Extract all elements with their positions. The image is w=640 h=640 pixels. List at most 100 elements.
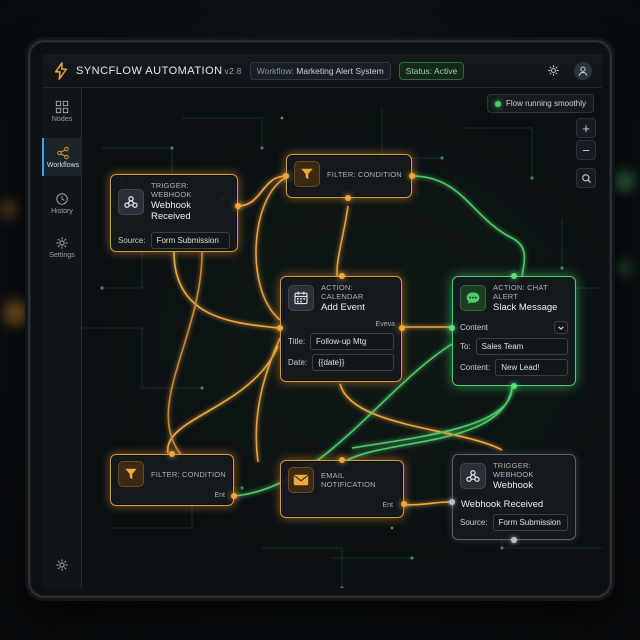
zoom-out-button[interactable]: −	[576, 140, 596, 160]
status-badge: Status: Active	[398, 61, 465, 80]
status-dot	[494, 100, 501, 107]
funnel-icon	[118, 461, 144, 487]
node-trigger-webhook[interactable]: TRIGGER: WEBHOOK Webhook Received Source…	[110, 174, 241, 252]
output-port[interactable]	[235, 203, 241, 209]
field-label: Source:	[460, 518, 488, 527]
node-title: Add Event	[321, 302, 365, 313]
lightning-logo-icon	[54, 61, 68, 80]
sidebar-item-workflows[interactable]: Workflows	[42, 138, 82, 176]
output-port[interactable]	[399, 325, 405, 331]
node-kind: FILTER: CONDITION	[327, 169, 402, 179]
node-title: Slack Message	[493, 302, 558, 313]
input-port-top[interactable]	[169, 451, 175, 457]
input-port-top[interactable]	[339, 457, 345, 463]
input-port-top[interactable]	[511, 273, 517, 279]
magnifier-icon	[581, 173, 591, 183]
input-port-top[interactable]	[339, 273, 345, 279]
zoom-in-button[interactable]: +	[576, 118, 596, 138]
side-label: Eveva	[375, 321, 395, 328]
input-port[interactable]	[277, 325, 283, 331]
output-port[interactable]	[231, 493, 237, 499]
source-field[interactable]: Form Submission	[150, 232, 230, 249]
workflow-name: Marketing Alert System	[296, 65, 384, 76]
sidebar-item-settings[interactable]: Settings	[42, 228, 82, 266]
sidebar-item-label: History	[51, 207, 73, 215]
field-label: Content:	[460, 363, 491, 372]
settings-button[interactable]	[544, 62, 562, 80]
output-port-bottom[interactable]	[511, 383, 517, 389]
output-port-bottom[interactable]	[345, 195, 351, 201]
user-avatar-button[interactable]	[574, 61, 592, 80]
sidebar-item-nodes[interactable]: Nodes	[42, 92, 82, 130]
node-kind: TRIGGER: WEBHOOK	[493, 461, 534, 479]
input-port[interactable]	[449, 325, 455, 331]
source-field[interactable]: Form Submission	[492, 514, 568, 531]
field-label: Source:	[118, 236, 146, 245]
sidebar-item-history[interactable]: History	[42, 184, 82, 222]
node-subtitle: Webhook Received	[461, 499, 544, 510]
date-field[interactable]: {{date}}	[312, 354, 394, 371]
output-port[interactable]	[401, 501, 407, 507]
output-port[interactable]	[409, 173, 415, 179]
workflow-selector[interactable]: Workflow: Marketing Alert System	[249, 61, 391, 80]
status-label: Status:	[405, 65, 433, 76]
content-label: Content	[460, 323, 489, 332]
sidebar: Nodes Workflows History Settings	[42, 88, 82, 588]
node-title: Webhook	[493, 480, 533, 491]
node-kind: FILTER: CONDITION	[151, 469, 226, 479]
node-action-calendar[interactable]: ACTION: CALENDAR Add Event Eveva Title: …	[277, 273, 405, 382]
share-nodes-icon	[57, 146, 69, 159]
webhook-icon	[118, 188, 144, 215]
node-filter-condition-top[interactable]: FILTER: CONDITION	[283, 154, 415, 201]
node-kind: ACTION: CHAT ALERT	[493, 283, 548, 301]
node-trigger-webhook-bottom[interactable]: TRIGGER: WEBHOOK Webhook Webhook Receive…	[449, 454, 576, 543]
workflow-label: Workflow:	[256, 65, 294, 76]
node-action-chat-alert[interactable]: ACTION: CHAT ALERT Slack Message Content…	[449, 273, 576, 389]
chat-bubble-icon	[460, 285, 486, 311]
funnel-icon	[294, 161, 320, 187]
envelope-icon	[288, 467, 314, 493]
side-label: Ent	[382, 502, 393, 509]
gear-icon	[56, 236, 68, 249]
zoom-search-button[interactable]	[576, 168, 596, 188]
chevron-down-icon	[558, 325, 564, 330]
sidebar-item-label: Nodes	[51, 115, 73, 123]
webhook-icon	[460, 463, 486, 489]
field-label: Title:	[288, 337, 306, 346]
workflow-canvas[interactable]: Flow running smoothly + − TRIGGER: WEBHO…	[82, 88, 602, 588]
brand: SYNCFLOW AUTOMATION v2.8	[52, 61, 242, 80]
input-port[interactable]	[449, 499, 455, 505]
node-title: Webhook Received	[151, 200, 191, 222]
content-dropdown-button[interactable]	[554, 321, 568, 334]
user-icon	[578, 66, 588, 76]
title-field[interactable]: Follow-up Mtg	[310, 333, 394, 350]
history-icon	[56, 192, 68, 205]
flow-status-text: Flow running smoothly	[505, 99, 586, 108]
status-value: Active	[434, 65, 458, 76]
gear-icon	[547, 65, 559, 76]
bokeh-light	[612, 170, 634, 192]
gear-icon	[56, 559, 68, 571]
bokeh-light	[616, 260, 632, 276]
to-field[interactable]: Sales Team	[475, 338, 568, 355]
app-version: v2.8	[224, 66, 242, 76]
node-kind: TRIGGER: WEBHOOK	[151, 181, 192, 199]
field-label: To:	[460, 342, 471, 351]
app-title: SYNCFLOW AUTOMATION v2.8	[76, 64, 242, 77]
node-filter-condition-bottom[interactable]: FILTER: CONDITION Ent	[110, 451, 237, 506]
node-kind: ACTION: CALENDAR	[321, 283, 364, 301]
sidebar-item-label: Workflows	[46, 161, 80, 169]
bokeh-light	[0, 200, 18, 218]
bokeh-light	[4, 300, 30, 326]
top-bar: SYNCFLOW AUTOMATION v2.8 Workflow: Market…	[42, 54, 602, 88]
flow-status-badge: Flow running smoothly	[486, 94, 594, 113]
node-kind: EMAIL NOTIFICATION	[321, 471, 376, 489]
grid-icon	[55, 100, 69, 113]
node-email-notification[interactable]: EMAIL NOTIFICATION Ent	[280, 457, 407, 518]
output-port-bottom[interactable]	[511, 537, 517, 543]
side-label: Ent	[214, 492, 225, 499]
content-field[interactable]: New Lead!	[495, 359, 568, 376]
input-port[interactable]	[283, 173, 289, 179]
sidebar-bottom-settings[interactable]	[42, 546, 82, 584]
tablet-frame: SYNCFLOW AUTOMATION v2.8 Workflow: Market…	[28, 40, 612, 598]
